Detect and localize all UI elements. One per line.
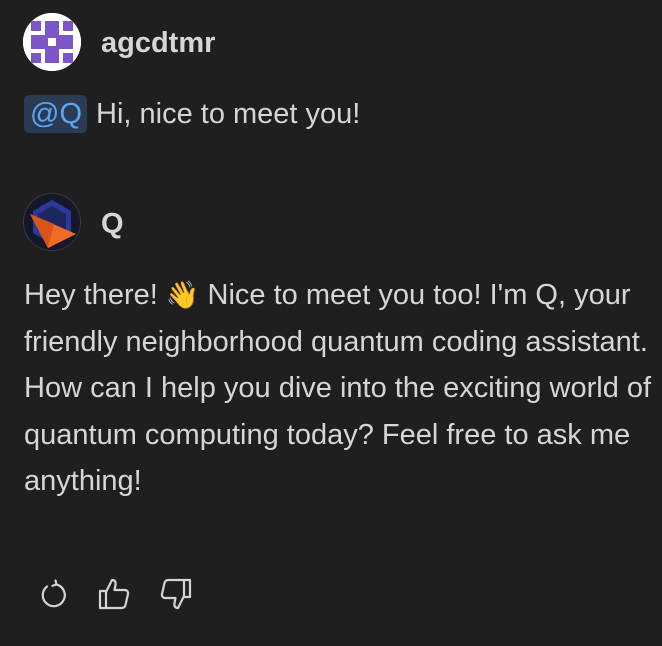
user-name: agcdtmr	[101, 27, 216, 59]
waving-hand-emoji: 👋	[165, 280, 200, 310]
thumbs-down-icon	[160, 578, 192, 610]
user-message-text: Hi, nice to meet you!	[96, 97, 361, 130]
bot-avatar	[23, 193, 81, 251]
thumbs-down-button[interactable]	[154, 572, 198, 616]
user-avatar	[23, 13, 81, 71]
refresh-icon	[41, 579, 66, 608]
bot-message-text-1: Hey there!	[24, 279, 166, 311]
purple-cross-identicon	[23, 13, 81, 71]
user-message: @Q Hi, nice to meet you!	[24, 94, 360, 134]
message-actions	[30, 572, 216, 616]
orange-blue-hexagon-logo	[24, 194, 80, 250]
bot-message-text-2: Nice to meet you too! I'm Q, your friend…	[24, 279, 652, 497]
bot-message: Hey there! 👋 Nice to meet you too! I'm Q…	[24, 272, 654, 505]
mention-tag[interactable]: @Q	[24, 95, 87, 133]
bot-name: Q	[101, 208, 124, 240]
regenerate-button[interactable]	[30, 572, 74, 616]
thumbs-up-icon	[98, 578, 130, 610]
thumbs-up-button[interactable]	[92, 572, 136, 616]
